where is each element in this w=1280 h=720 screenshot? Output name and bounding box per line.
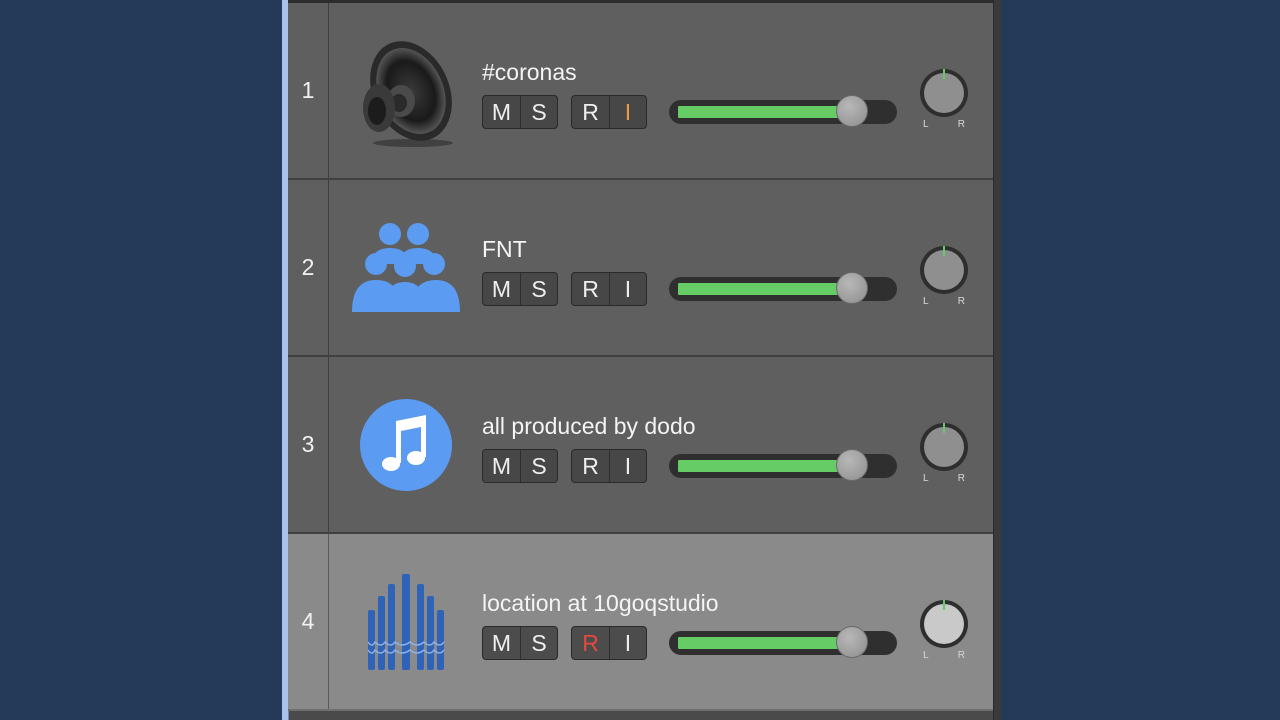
volume-level — [678, 637, 843, 649]
record-enable-button[interactable]: R — [572, 627, 609, 659]
volume-level — [678, 283, 843, 295]
volume-level — [678, 460, 843, 472]
volume-slider[interactable] — [669, 449, 897, 481]
mute-button[interactable]: M — [483, 96, 520, 128]
pan-knob[interactable] — [918, 244, 970, 296]
pan-labels: L R — [923, 650, 965, 661]
music-note-icon[interactable] — [348, 387, 464, 503]
input-monitor-button[interactable]: I — [609, 273, 646, 305]
mute-solo-group: M S — [482, 449, 558, 483]
input-monitor-button[interactable]: I — [609, 627, 646, 659]
track-number: 2 — [288, 180, 329, 355]
pan-right-label: R — [957, 119, 965, 130]
mute-solo-group: M S — [482, 95, 558, 129]
volume-slider[interactable] — [669, 272, 897, 304]
input-monitor-button[interactable]: I — [609, 450, 646, 482]
track-name[interactable]: location at 10goqstudio — [482, 590, 719, 617]
solo-button[interactable]: S — [520, 273, 557, 305]
volume-slider[interactable] — [669, 95, 897, 127]
record-input-group: R I — [571, 449, 647, 483]
input-monitor-button[interactable]: I — [609, 96, 646, 128]
pan-left-label: L — [923, 119, 929, 130]
track-number: 4 — [288, 534, 329, 709]
mute-solo-group: M S — [482, 626, 558, 660]
volume-slider-thumb[interactable] — [836, 449, 868, 481]
pipe-organ-icon[interactable] — [348, 564, 464, 680]
panel-scrollbar-edge[interactable] — [993, 0, 1001, 720]
pan-left-label: L — [923, 473, 929, 484]
record-enable-button[interactable]: R — [572, 273, 609, 305]
track-number: 3 — [288, 357, 329, 532]
mute-button[interactable]: M — [483, 273, 520, 305]
record-input-group: R I — [571, 95, 647, 129]
volume-level — [678, 106, 843, 118]
track-name[interactable]: #coronas — [482, 59, 577, 86]
volume-slider-thumb[interactable] — [836, 95, 868, 127]
pan-left-label: L — [923, 650, 929, 661]
mute-button[interactable]: M — [483, 450, 520, 482]
pan-labels: L R — [923, 473, 965, 484]
pan-labels: L R — [923, 119, 965, 130]
track-name[interactable]: FNT — [482, 236, 527, 263]
pan-left-label: L — [923, 296, 929, 307]
pan-right-label: R — [957, 650, 965, 661]
track-header[interactable]: 1 #coronas M S R I L R — [288, 3, 993, 180]
pan-knob[interactable] — [918, 421, 970, 473]
volume-slider[interactable] — [669, 626, 897, 658]
track-number: 1 — [288, 3, 329, 178]
track-name[interactable]: all produced by dodo — [482, 413, 696, 440]
solo-button[interactable]: S — [520, 627, 557, 659]
solo-button[interactable]: S — [520, 450, 557, 482]
pan-labels: L R — [923, 296, 965, 307]
volume-slider-thumb[interactable] — [836, 272, 868, 304]
record-enable-button[interactable]: R — [572, 450, 609, 482]
record-enable-button[interactable]: R — [572, 96, 609, 128]
record-input-group: R I — [571, 272, 647, 306]
pan-right-label: R — [957, 296, 965, 307]
speaker-icon[interactable] — [348, 33, 464, 149]
track-header[interactable]: 2 FNT M S R I L R — [288, 180, 993, 357]
mute-button[interactable]: M — [483, 627, 520, 659]
volume-slider-thumb[interactable] — [836, 626, 868, 658]
group-people-icon[interactable] — [348, 210, 464, 326]
pan-knob[interactable] — [918, 598, 970, 650]
mute-solo-group: M S — [482, 272, 558, 306]
record-input-group: R I — [571, 626, 647, 660]
track-list: 1 #coronas M S R I L R 2 FNT M S R I L R… — [288, 3, 993, 711]
pan-knob[interactable] — [918, 67, 970, 119]
pan-right-label: R — [957, 473, 965, 484]
track-header-selected[interactable]: 4 location at 10goqstudio M S R I L R — [288, 534, 993, 711]
solo-button[interactable]: S — [520, 96, 557, 128]
track-header[interactable]: 3 all produced by dodo M S R I L R — [288, 357, 993, 534]
